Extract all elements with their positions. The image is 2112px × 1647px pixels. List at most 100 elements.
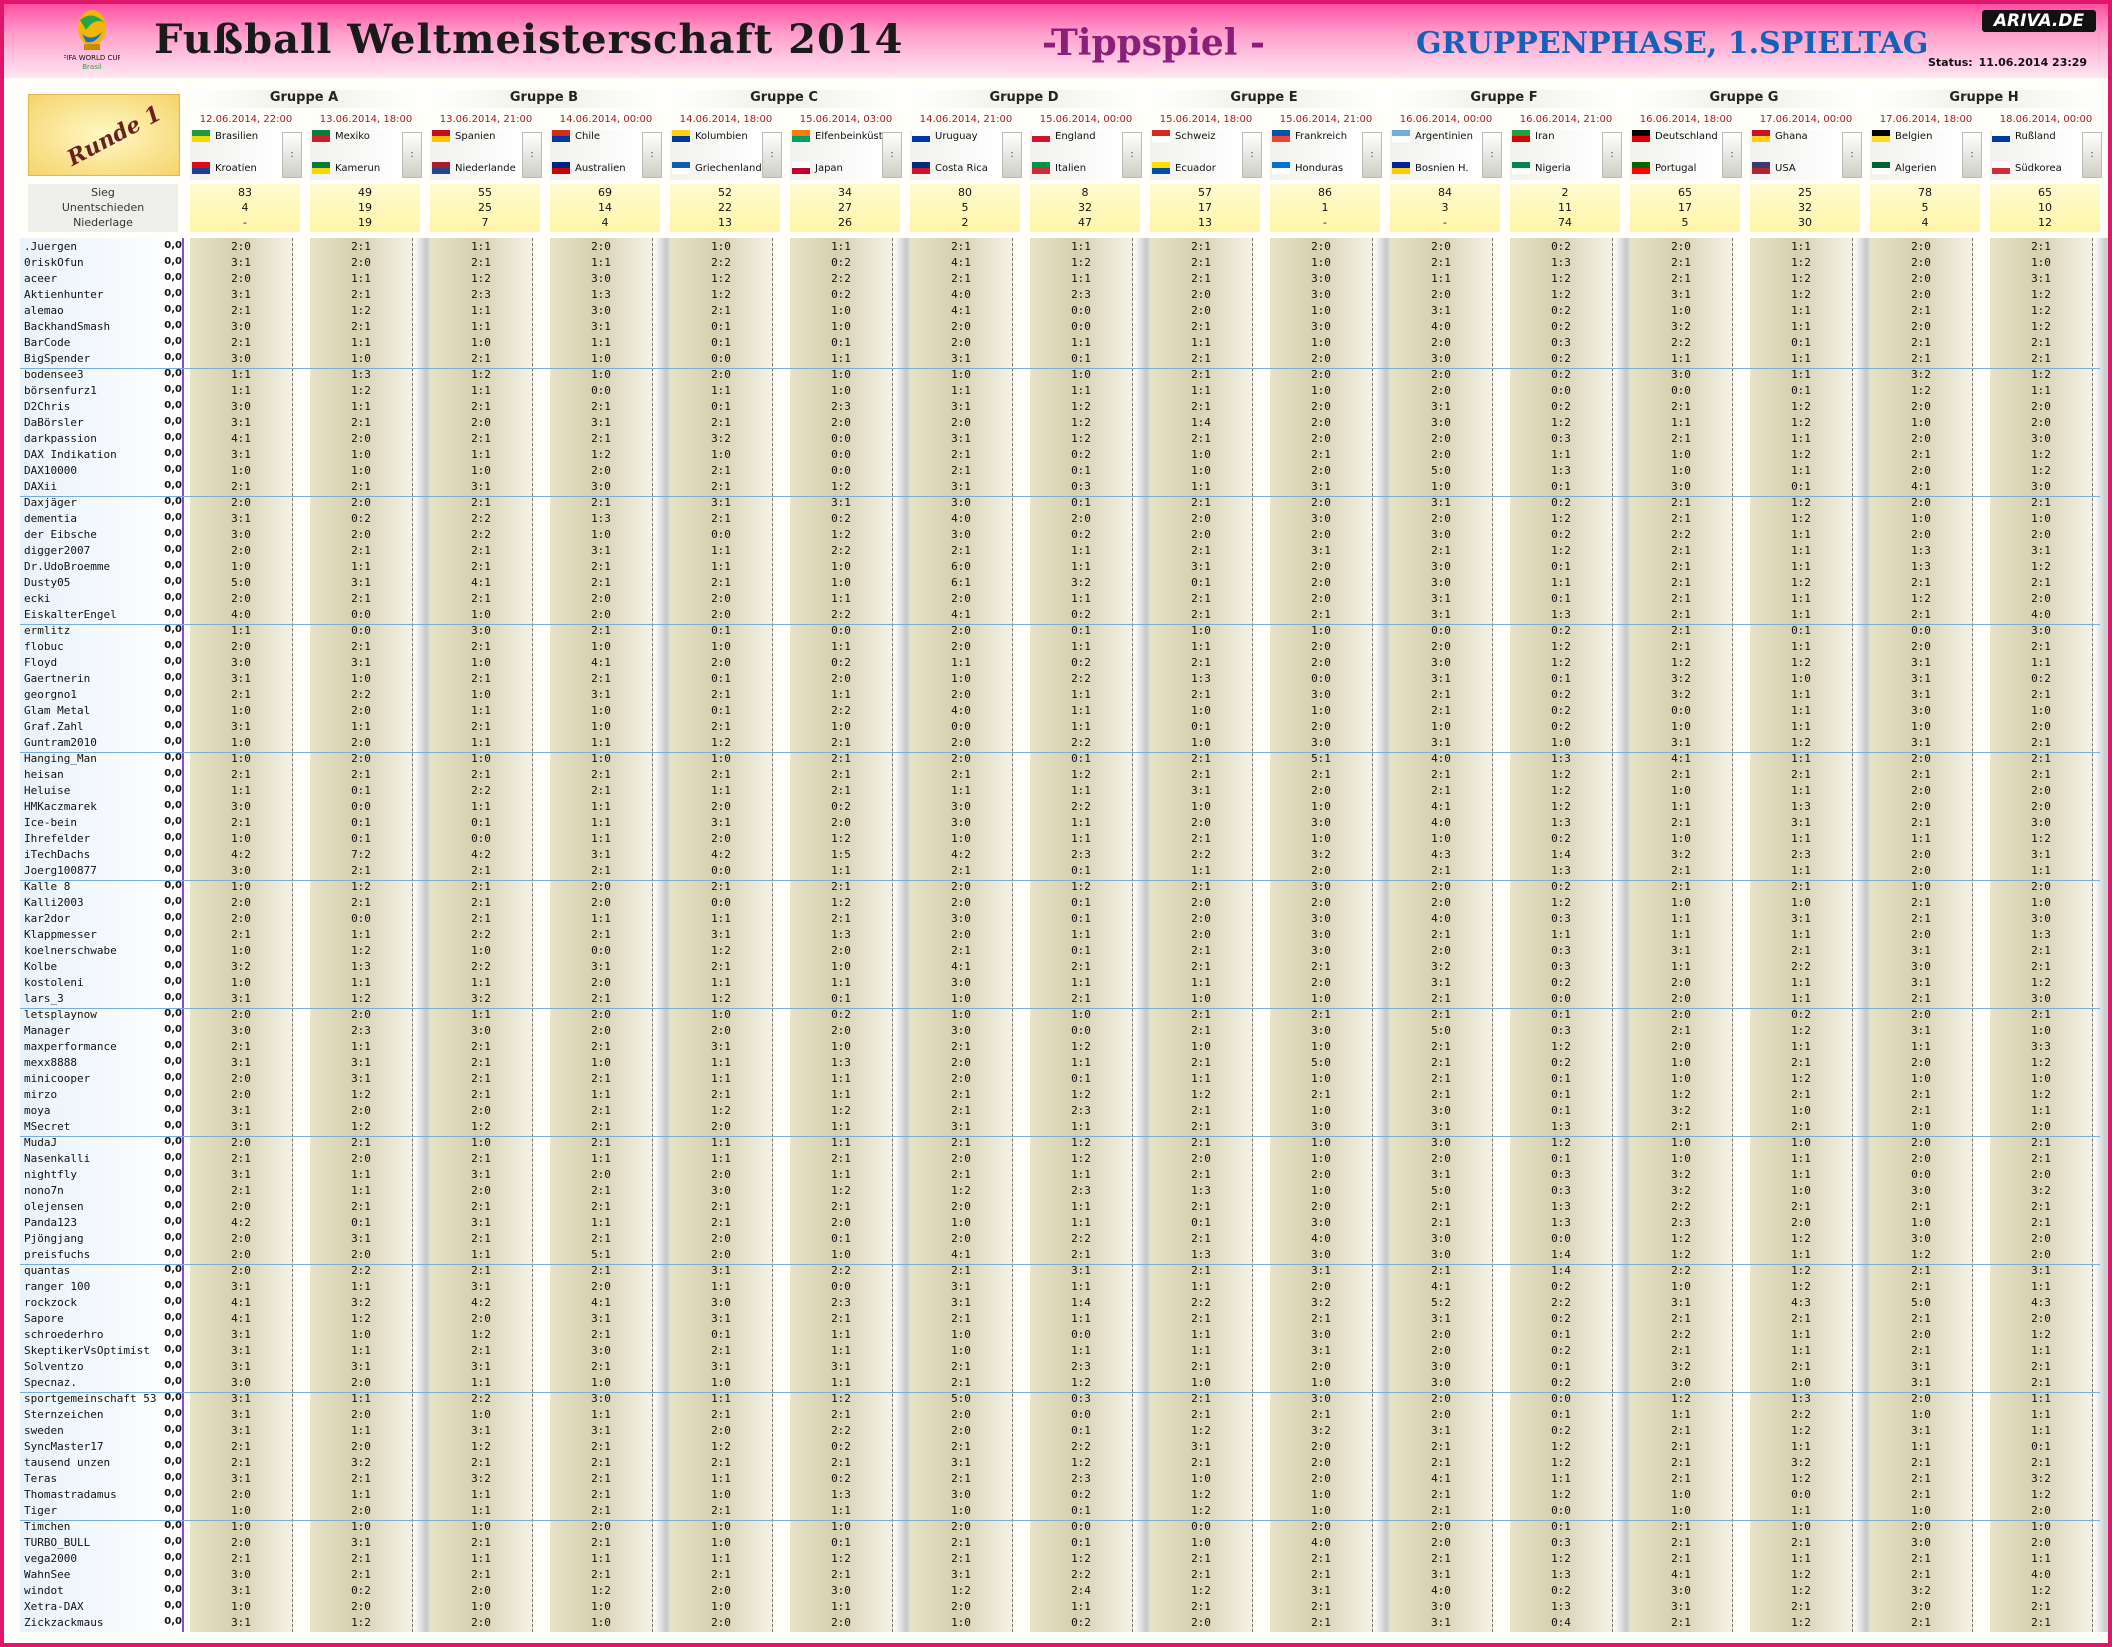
tip-cell[interactable]: 2:1 bbox=[430, 1568, 532, 1581]
tip-cell[interactable]: 3:1 bbox=[1150, 560, 1252, 573]
tip-cell[interactable]: 2:1 bbox=[1870, 1264, 1972, 1277]
tip-cell[interactable]: 1:1 bbox=[1150, 480, 1252, 493]
tip-cell[interactable]: 1:0 bbox=[1630, 464, 1732, 477]
tip-cell[interactable]: 1:1 bbox=[1990, 656, 2092, 669]
tip-cell[interactable]: 2:1 bbox=[1150, 1008, 1252, 1021]
tip-cell[interactable]: 3:1 bbox=[670, 1312, 772, 1325]
tip-cell[interactable]: 3:1 bbox=[1390, 400, 1492, 413]
tip-cell[interactable]: 2:0 bbox=[190, 912, 292, 925]
tip-cell[interactable]: 1:1 bbox=[1750, 784, 1852, 797]
tip-cell[interactable]: 3:1 bbox=[190, 720, 292, 733]
tip-cell[interactable]: 4:2 bbox=[190, 1216, 292, 1229]
tip-cell[interactable]: 1:0 bbox=[1150, 800, 1252, 813]
tip-cell[interactable]: 1:1 bbox=[670, 1472, 772, 1485]
tip-cell[interactable]: 2:1 bbox=[1990, 688, 2092, 701]
tip-cell[interactable]: 1:0 bbox=[1990, 896, 2092, 909]
tip-cell[interactable]: 0:0 bbox=[1030, 304, 1132, 317]
tip-cell[interactable]: 3:0 bbox=[1270, 912, 1372, 925]
tip-cell[interactable]: 2:0 bbox=[190, 592, 292, 605]
tip-cell[interactable]: 2:0 bbox=[190, 1200, 292, 1213]
tip-cell[interactable]: 2:1 bbox=[1390, 1200, 1492, 1213]
tip-cell[interactable]: 0:1 bbox=[1510, 480, 1612, 493]
tip-cell[interactable]: 2:0 bbox=[910, 592, 1012, 605]
tip-cell[interactable]: 1:0 bbox=[1150, 624, 1252, 637]
tip-cell[interactable]: 3:2 bbox=[1630, 1104, 1732, 1117]
tip-cell[interactable]: 2:0 bbox=[1270, 496, 1372, 509]
tip-cell[interactable]: 3:1 bbox=[1390, 1168, 1492, 1181]
tip-cell[interactable]: 2:0 bbox=[1270, 240, 1372, 253]
tip-cell[interactable]: 2:1 bbox=[910, 464, 1012, 477]
tip-cell[interactable]: 1:1 bbox=[1750, 368, 1852, 381]
tip-cell[interactable]: 2:0 bbox=[190, 1248, 292, 1261]
tip-cell[interactable]: 1:0 bbox=[1270, 832, 1372, 845]
tip-cell[interactable]: 5:0 bbox=[910, 1392, 1012, 1405]
tip-cell[interactable]: 2:2 bbox=[310, 1264, 412, 1277]
tip-cell[interactable]: 0:1 bbox=[310, 832, 412, 845]
tip-cell[interactable]: 2:1 bbox=[910, 240, 1012, 253]
tip-cell[interactable]: 0:2 bbox=[790, 1008, 892, 1021]
tip-cell[interactable]: 1:2 bbox=[1990, 320, 2092, 333]
tip-cell[interactable]: 0:3 bbox=[1510, 944, 1612, 957]
tip-cell[interactable]: 2:0 bbox=[310, 496, 412, 509]
tip-cell[interactable]: 0:0 bbox=[1510, 1504, 1612, 1517]
tip-cell[interactable]: 2:1 bbox=[1990, 1152, 2092, 1165]
tip-cell[interactable]: 2:1 bbox=[1390, 1552, 1492, 1565]
match-dropdown-button[interactable]: : bbox=[282, 132, 302, 178]
tip-cell[interactable]: 2:2 bbox=[1030, 1232, 1132, 1245]
tip-cell[interactable]: 1:1 bbox=[670, 1552, 772, 1565]
tip-cell[interactable]: 4:1 bbox=[910, 960, 1012, 973]
tip-cell[interactable]: 2:0 bbox=[550, 896, 652, 909]
tip-cell[interactable]: 0:2 bbox=[1750, 1008, 1852, 1021]
tip-cell[interactable]: 1:1 bbox=[1030, 1312, 1132, 1325]
tip-cell[interactable]: 1:2 bbox=[910, 1584, 1012, 1597]
tip-cell[interactable]: 1:1 bbox=[1750, 1248, 1852, 1261]
tip-cell[interactable]: 1:0 bbox=[550, 368, 652, 381]
tip-cell[interactable]: 2:3 bbox=[1030, 288, 1132, 301]
tip-cell[interactable]: 1:0 bbox=[790, 1520, 892, 1533]
tip-cell[interactable]: 0:0 bbox=[1030, 1520, 1132, 1533]
tip-cell[interactable]: 3:1 bbox=[190, 1104, 292, 1117]
tip-cell[interactable]: 1:2 bbox=[1990, 368, 2092, 381]
tip-cell[interactable]: 2:1 bbox=[670, 480, 772, 493]
tip-cell[interactable]: 4:0 bbox=[910, 704, 1012, 717]
tip-cell[interactable]: 1:0 bbox=[1270, 1152, 1372, 1165]
tip-cell[interactable]: 4:3 bbox=[1390, 848, 1492, 861]
tip-cell[interactable]: 2:0 bbox=[1990, 528, 2092, 541]
tip-cell[interactable]: 1:1 bbox=[670, 384, 772, 397]
tip-cell[interactable]: 2:1 bbox=[550, 1104, 652, 1117]
tip-cell[interactable]: 2:0 bbox=[670, 1584, 772, 1597]
tip-cell[interactable]: 2:1 bbox=[310, 896, 412, 909]
tip-cell[interactable]: 2:0 bbox=[1270, 1360, 1372, 1373]
tip-cell[interactable]: 1:2 bbox=[1510, 656, 1612, 669]
tip-cell[interactable]: 1:1 bbox=[1510, 448, 1612, 461]
tip-cell[interactable]: 3:1 bbox=[670, 816, 772, 829]
tip-cell[interactable]: 3:1 bbox=[1870, 1360, 1972, 1373]
tip-cell[interactable]: 2:1 bbox=[1150, 352, 1252, 365]
tip-cell[interactable]: 2:0 bbox=[1870, 752, 1972, 765]
tip-cell[interactable]: 3:1 bbox=[1390, 1312, 1492, 1325]
tip-cell[interactable]: 2:1 bbox=[910, 1264, 1012, 1277]
tip-cell[interactable]: 1:2 bbox=[1870, 592, 1972, 605]
tip-cell[interactable]: 2:0 bbox=[790, 672, 892, 685]
tip-cell[interactable]: 4:1 bbox=[1630, 752, 1732, 765]
tip-cell[interactable]: 2:0 bbox=[1390, 1392, 1492, 1405]
tip-cell[interactable]: 0:0 bbox=[550, 384, 652, 397]
tip-cell[interactable]: 2:1 bbox=[670, 1568, 772, 1581]
tip-cell[interactable]: 0:0 bbox=[1030, 1024, 1132, 1037]
tip-cell[interactable]: 2:1 bbox=[430, 544, 532, 557]
tip-cell[interactable]: 1:0 bbox=[550, 704, 652, 717]
tip-cell[interactable]: 1:1 bbox=[1030, 720, 1132, 733]
tip-cell[interactable]: 2:1 bbox=[1630, 496, 1732, 509]
tip-cell[interactable]: 3:0 bbox=[1630, 1584, 1732, 1597]
tip-cell[interactable]: 0:3 bbox=[1030, 1392, 1132, 1405]
tip-cell[interactable]: 0:1 bbox=[1510, 672, 1612, 685]
tip-cell[interactable]: 1:1 bbox=[1030, 784, 1132, 797]
tip-cell[interactable]: 3:1 bbox=[1870, 1024, 1972, 1037]
tip-cell[interactable]: 2:1 bbox=[1630, 608, 1732, 621]
tip-cell[interactable]: 1:2 bbox=[430, 368, 532, 381]
tip-cell[interactable]: 1:0 bbox=[790, 1040, 892, 1053]
tip-cell[interactable]: 2:1 bbox=[550, 1456, 652, 1469]
tip-cell[interactable]: 1:1 bbox=[1990, 1104, 2092, 1117]
tip-cell[interactable]: 2:0 bbox=[310, 1504, 412, 1517]
tip-cell[interactable]: 1:0 bbox=[1270, 992, 1372, 1005]
